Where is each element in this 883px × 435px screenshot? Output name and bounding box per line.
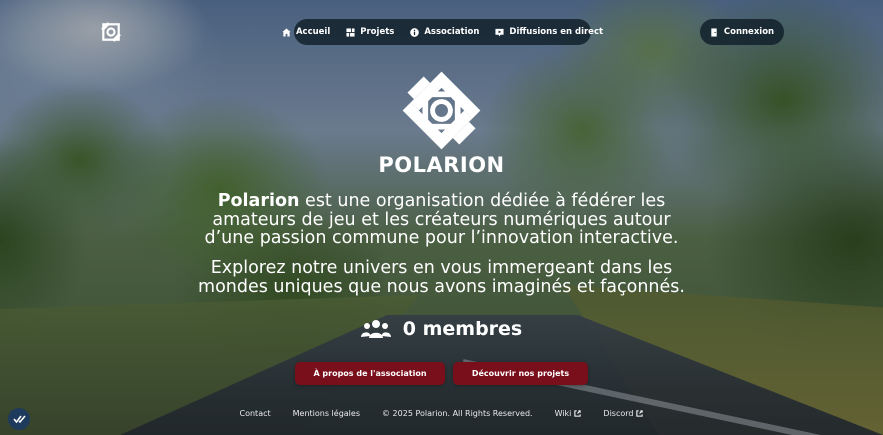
explore-paragraph: Explorez notre univers en vous immergean…: [198, 258, 685, 297]
external-link-icon: [636, 410, 644, 417]
polarion-logo-icon[interactable]: [100, 21, 122, 43]
projects-grid-icon: [346, 27, 355, 37]
external-link-icon: [574, 410, 582, 417]
nav-item-label: Accueil: [295, 27, 331, 37]
brand-title: POLARION: [378, 153, 505, 177]
nav-item-live-streams[interactable]: Diffusions en direct: [487, 25, 611, 39]
nav-item-projects[interactable]: Projets: [338, 25, 402, 39]
nav-item-label: Diffusions en direct: [509, 27, 604, 37]
members-count: 0 membres: [402, 318, 523, 340]
footer-link-wiki[interactable]: Wiki: [555, 409, 582, 418]
footer-copyright: © 2025 Polarion. All Rights Reserved.: [382, 409, 533, 418]
footer-link-discord[interactable]: Discord: [603, 409, 644, 418]
main-navigation: Accueil Projets Association Diffusions e…: [282, 19, 603, 45]
about-association-button[interactable]: À propos de l'association: [295, 362, 445, 385]
consent-badge[interactable]: [8, 408, 30, 430]
double-check-icon: [12, 415, 26, 424]
live-stream-icon: [495, 28, 504, 37]
nav-item-home[interactable]: Accueil: [274, 25, 338, 39]
intro-paragraph: Polarion est une organisation dédiée à f…: [190, 192, 693, 248]
footer-link-contact[interactable]: Contact: [240, 409, 271, 418]
door-icon: [711, 27, 717, 37]
members-counter: 0 membres: [0, 318, 883, 340]
info-icon: [410, 27, 420, 37]
nav-item-label: Association: [424, 27, 480, 37]
footer-link-legal[interactable]: Mentions légales: [293, 409, 360, 418]
intro-brand-name: Polarion: [217, 191, 300, 211]
polarion-logo-icon: [402, 71, 481, 150]
login-label: Connexion: [723, 27, 775, 37]
nav-item-association[interactable]: Association: [402, 25, 487, 39]
login-button[interactable]: Connexion: [700, 19, 784, 45]
users-icon: [360, 320, 391, 338]
footer-link-label: Wiki: [554, 409, 572, 418]
footer-link-label: Discord: [603, 409, 634, 418]
discover-projects-button[interactable]: Découvrir nos projets: [453, 362, 588, 385]
home-icon: [282, 27, 291, 37]
footer: Contact Mentions légales © 2025 Polarion…: [0, 409, 883, 418]
nav-item-label: Projets: [360, 27, 395, 37]
